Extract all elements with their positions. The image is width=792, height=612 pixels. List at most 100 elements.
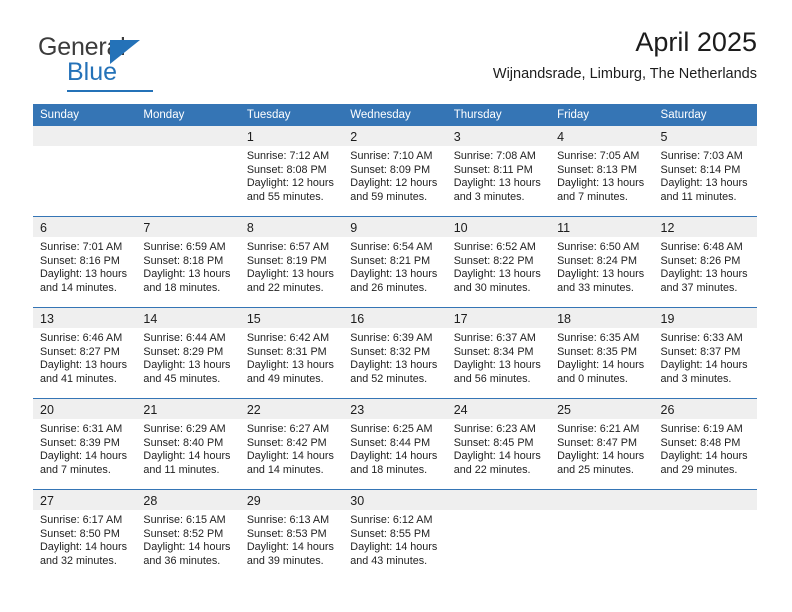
daylight-text-line2: and 30 minutes. bbox=[453, 281, 531, 294]
daylight-text-line1: Daylight: 13 hours bbox=[660, 177, 748, 190]
day-7[interactable]: 7 Sunrise: 6:59 AM Sunset: 8:18 PM Daylight… bbox=[136, 217, 240, 307]
day-22[interactable]: 22 Sunrise: 6:27 AM Sunset: 8:42 PM Dayligh… bbox=[239, 399, 344, 489]
sunset-text: Sunset: 8:35 PM bbox=[557, 345, 637, 358]
column-header-sunday: Sunday bbox=[33, 104, 137, 126]
day-15[interactable]: 15 Sunrise: 6:42 AM Sunset: 8:31 PM Dayligh… bbox=[239, 308, 344, 398]
day-11[interactable]: 11 Sunrise: 6:50 AM Sunset: 8:24 PM Dayligh… bbox=[550, 217, 654, 307]
day-6[interactable]: 6 Sunrise: 7:01 AM Sunset: 8:16 PM Daylight… bbox=[33, 217, 137, 307]
day-30[interactable]: 30 Sunrise: 6:12 AM Sunset: 8:55 PM Dayligh… bbox=[343, 490, 447, 580]
day-20[interactable]: 20 Sunrise: 6:31 AM Sunset: 8:39 PM Dayligh… bbox=[33, 399, 137, 489]
column-header-wednesday: Wednesday bbox=[343, 104, 447, 126]
day-details: Sunrise: 6:31 AM Sunset: 8:39 PM Daylight:… bbox=[33, 419, 136, 477]
day-16[interactable]: 16 Sunrise: 6:39 AM Sunset: 8:32 PM Dayligh… bbox=[343, 308, 447, 398]
day-21[interactable]: 21 Sunrise: 6:29 AM Sunset: 8:40 PM Dayligh… bbox=[136, 399, 240, 489]
day-29[interactable]: 29 Sunrise: 6:13 AM Sunset: 8:53 PM Dayligh… bbox=[239, 490, 344, 580]
sunrise-text: Sunrise: 6:15 AM bbox=[143, 514, 226, 526]
day-17[interactable]: 17 Sunrise: 6:37 AM Sunset: 8:34 PM Dayligh… bbox=[446, 308, 551, 398]
daylight-text-line2: and 11 minutes. bbox=[143, 463, 220, 476]
sunrise-text: Sunrise: 6:12 AM bbox=[350, 514, 433, 526]
day-4[interactable]: 4 Sunrise: 7:05 AM Sunset: 8:13 PM Daylight… bbox=[550, 126, 654, 216]
day-number-band: 23 bbox=[343, 399, 447, 419]
daylight-text-line2: and 14 minutes. bbox=[40, 281, 117, 294]
daylight-text-line2: and 55 minutes. bbox=[246, 190, 324, 203]
calendar-day-cell bbox=[446, 489, 551, 580]
daylight-text-line2: and 3 minutes. bbox=[660, 372, 732, 385]
day-number-band: 22 bbox=[239, 399, 344, 419]
empty-day bbox=[653, 490, 757, 580]
day-details: Sunrise: 6:48 AM Sunset: 8:26 PM Daylight:… bbox=[654, 237, 757, 295]
daylight-text-line1: Daylight: 13 hours bbox=[246, 359, 334, 372]
day-details: Sunrise: 6:25 AM Sunset: 8:44 PM Daylight:… bbox=[343, 419, 446, 477]
day-number-band: 24 bbox=[446, 399, 551, 419]
daylight-text-line1: Daylight: 14 hours bbox=[350, 541, 438, 554]
day-number: 20 bbox=[40, 403, 54, 417]
daylight-text-line2: and 7 minutes. bbox=[40, 463, 111, 476]
sunrise-text: Sunrise: 6:39 AM bbox=[350, 332, 433, 344]
sunset-text: Sunset: 8:31 PM bbox=[246, 345, 327, 358]
day-details: Sunrise: 6:37 AM Sunset: 8:34 PM Daylight:… bbox=[447, 328, 550, 386]
calendar-day-cell: 5 Sunrise: 7:03 AM Sunset: 8:14 PM Daylight… bbox=[653, 126, 757, 217]
day-2[interactable]: 2 Sunrise: 7:10 AM Sunset: 8:09 PM Daylight… bbox=[343, 126, 447, 216]
day-26[interactable]: 26 Sunrise: 6:19 AM Sunset: 8:48 PM Dayligh… bbox=[653, 399, 757, 489]
sunset-text: Sunset: 8:40 PM bbox=[143, 436, 224, 449]
daylight-text-line1: Daylight: 14 hours bbox=[246, 450, 334, 463]
daylight-text-line2: and 29 minutes. bbox=[660, 463, 738, 476]
calendar-day-cell: 19 Sunrise: 6:33 AM Sunset: 8:37 PM Dayligh… bbox=[653, 307, 757, 399]
logo-text-blue: Blue bbox=[67, 58, 118, 86]
daylight-text-line1: Daylight: 14 hours bbox=[660, 359, 748, 372]
daylight-text-line1: Daylight: 14 hours bbox=[143, 450, 231, 463]
day-19[interactable]: 19 Sunrise: 6:33 AM Sunset: 8:37 PM Dayligh… bbox=[653, 308, 757, 398]
daylight-text-line1: Daylight: 13 hours bbox=[246, 268, 334, 281]
day-1[interactable]: 1 Sunrise: 7:12 AM Sunset: 8:08 PM Daylight… bbox=[239, 126, 344, 216]
daylight-text-line2: and 37 minutes. bbox=[660, 281, 738, 294]
day-25[interactable]: 25 Sunrise: 6:21 AM Sunset: 8:47 PM Dayligh… bbox=[550, 399, 654, 489]
day-24[interactable]: 24 Sunrise: 6:23 AM Sunset: 8:45 PM Dayligh… bbox=[446, 399, 551, 489]
day-number-band: 17 bbox=[446, 308, 551, 328]
day-number-band: 16 bbox=[343, 308, 447, 328]
sunrise-text: Sunrise: 6:52 AM bbox=[453, 241, 536, 253]
calendar-day-cell: 26 Sunrise: 6:19 AM Sunset: 8:48 PM Dayligh… bbox=[653, 398, 757, 490]
day-number-band: 6 bbox=[33, 217, 137, 237]
day-18[interactable]: 18 Sunrise: 6:35 AM Sunset: 8:35 PM Dayligh… bbox=[550, 308, 654, 398]
day-number-band: 13 bbox=[33, 308, 137, 328]
daylight-text-line1: Daylight: 14 hours bbox=[40, 450, 128, 463]
sunset-text: Sunset: 8:21 PM bbox=[350, 254, 431, 267]
calendar-day-cell: 17 Sunrise: 6:37 AM Sunset: 8:34 PM Dayligh… bbox=[446, 307, 551, 399]
day-number: 27 bbox=[40, 494, 54, 508]
day-3[interactable]: 3 Sunrise: 7:08 AM Sunset: 8:11 PM Daylight… bbox=[446, 126, 551, 216]
sunrise-text: Sunrise: 6:35 AM bbox=[557, 332, 640, 344]
day-8[interactable]: 8 Sunrise: 6:57 AM Sunset: 8:19 PM Daylight… bbox=[239, 217, 344, 307]
day-14[interactable]: 14 Sunrise: 6:44 AM Sunset: 8:29 PM Dayligh… bbox=[136, 308, 240, 398]
general-blue-logo[interactable]: General Blue bbox=[38, 35, 218, 93]
daylight-text-line1: Daylight: 14 hours bbox=[557, 359, 645, 372]
day-details: Sunrise: 6:33 AM Sunset: 8:37 PM Daylight:… bbox=[654, 328, 757, 386]
sunrise-text: Sunrise: 7:08 AM bbox=[453, 150, 536, 162]
daylight-text-line2: and 56 minutes. bbox=[453, 372, 531, 385]
day-number-band: 9 bbox=[343, 217, 447, 237]
day-number-band: 30 bbox=[343, 490, 447, 510]
sunset-text: Sunset: 8:53 PM bbox=[246, 527, 327, 540]
daylight-text-line2: and 26 minutes. bbox=[350, 281, 428, 294]
sunrise-text: Sunrise: 6:13 AM bbox=[246, 514, 330, 526]
day-23[interactable]: 23 Sunrise: 6:25 AM Sunset: 8:44 PM Dayligh… bbox=[343, 399, 447, 489]
sunset-text: Sunset: 8:48 PM bbox=[660, 436, 741, 449]
day-number-band: 15 bbox=[239, 308, 344, 328]
sunrise-text: Sunrise: 6:33 AM bbox=[660, 332, 743, 344]
day-details: Sunrise: 6:21 AM Sunset: 8:47 PM Daylight:… bbox=[550, 419, 653, 477]
day-28[interactable]: 28 Sunrise: 6:15 AM Sunset: 8:52 PM Dayligh… bbox=[136, 490, 240, 580]
calendar-day-cell: 3 Sunrise: 7:08 AM Sunset: 8:11 PM Daylight… bbox=[446, 126, 551, 217]
day-12[interactable]: 12 Sunrise: 6:48 AM Sunset: 8:26 PM Dayligh… bbox=[653, 217, 757, 307]
day-27[interactable]: 27 Sunrise: 6:17 AM Sunset: 8:50 PM Dayligh… bbox=[33, 490, 137, 580]
daylight-text-line1: Daylight: 13 hours bbox=[143, 359, 231, 372]
day-number: 15 bbox=[246, 312, 261, 326]
sunset-text: Sunset: 8:32 PM bbox=[350, 345, 431, 358]
sunrise-text: Sunrise: 6:44 AM bbox=[143, 332, 226, 344]
day-5[interactable]: 5 Sunrise: 7:03 AM Sunset: 8:14 PM Daylight… bbox=[653, 126, 757, 216]
daylight-text-line1: Daylight: 14 hours bbox=[660, 450, 748, 463]
sunset-text: Sunset: 8:42 PM bbox=[246, 436, 327, 449]
day-number-band: 12 bbox=[653, 217, 757, 237]
sunset-text: Sunset: 8:29 PM bbox=[143, 345, 224, 358]
day-10[interactable]: 10 Sunrise: 6:52 AM Sunset: 8:22 PM Dayligh… bbox=[446, 217, 551, 307]
day-9[interactable]: 9 Sunrise: 6:54 AM Sunset: 8:21 PM Daylight… bbox=[343, 217, 447, 307]
day-13[interactable]: 13 Sunrise: 6:46 AM Sunset: 8:27 PM Dayligh… bbox=[33, 308, 137, 398]
